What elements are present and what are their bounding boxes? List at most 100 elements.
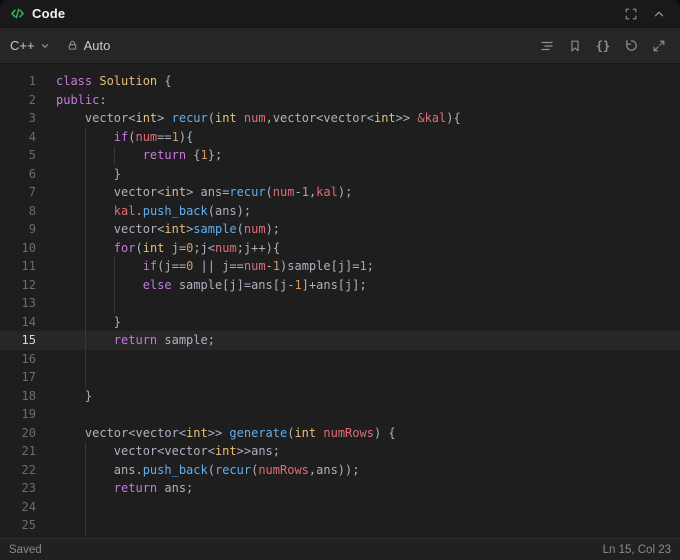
fit-screen-icon: [624, 7, 638, 21]
code-line[interactable]: 12 else sample[j]=ans[j-1]+ans[j];: [0, 275, 680, 294]
code-line[interactable]: 25: [0, 516, 680, 535]
indent-guide: [84, 201, 86, 220]
line-number: 18: [21, 388, 36, 403]
code-line[interactable]: 1 class Solution {: [0, 72, 680, 91]
code-panel: Code C++ Auto {} 1 class Solution {2 pu…: [0, 0, 680, 560]
line-number: 1: [28, 74, 36, 88]
indent-guide: [84, 127, 86, 146]
fit-screen-button[interactable]: [620, 3, 642, 25]
code-line[interactable]: 10 for(int j=0;j<num;j++){: [0, 238, 680, 257]
code-line-text: [56, 368, 680, 387]
braces-icon: {}: [595, 38, 611, 53]
code-line[interactable]: 8 kal.push_back(ans);: [0, 201, 680, 220]
line-number: 25: [21, 518, 36, 532]
code-line[interactable]: 11 if(j==0 || j==num-1)sample[j]=1;: [0, 257, 680, 276]
line-number: 6: [28, 166, 36, 181]
line-number: 22: [21, 462, 36, 477]
code-line-text: if(num==1){: [56, 127, 680, 146]
code-line[interactable]: 19: [0, 405, 680, 424]
code-line[interactable]: 22 ans.push_back(recur(numRows,ans));: [0, 460, 680, 479]
status-bar: Saved Ln 15, Col 23: [0, 538, 680, 560]
code-line[interactable]: 23 return ans;: [0, 479, 680, 498]
language-label: C++: [10, 38, 35, 53]
indent-guide: [84, 516, 86, 535]
code-line-text: ans.push_back(recur(numRows,ans));: [56, 460, 680, 479]
shortcuts-button[interactable]: {}: [592, 35, 614, 57]
language-selector[interactable]: C++: [10, 38, 50, 53]
code-line[interactable]: 6 }: [0, 164, 680, 183]
collapse-panel-button[interactable]: [648, 3, 670, 25]
code-area[interactable]: 1 class Solution { 2 public: 3 vector<int> r…: [0, 64, 680, 538]
line-number: 7: [28, 185, 36, 199]
autocomplete-toggle[interactable]: Auto: [66, 38, 111, 53]
code-line[interactable]: 2 public:: [0, 91, 680, 110]
line-number: 20: [21, 425, 36, 440]
indent-guide: [84, 294, 86, 313]
code-line-text: class Solution {: [56, 74, 172, 88]
code-line-text: }: [56, 388, 93, 403]
code-line[interactable]: 24: [0, 497, 680, 516]
code-line-text: public:: [56, 92, 107, 107]
code-line-text: return sample;: [56, 331, 680, 350]
indent-guide: [113, 294, 115, 313]
fullscreen-button[interactable]: [648, 35, 670, 57]
reset-icon: [624, 38, 639, 53]
code-line[interactable]: 4 if(num==1){: [0, 127, 680, 146]
fullscreen-icon: [652, 39, 666, 53]
panel-header: Code: [0, 0, 680, 28]
save-status: Saved: [9, 543, 42, 556]
code-line-text: kal.push_back(ans);: [56, 201, 680, 220]
code-line[interactable]: 5 return {1};: [0, 146, 680, 165]
indent-guide: [84, 238, 86, 257]
code-line[interactable]: 21 vector<vector<int>>ans;: [0, 442, 680, 461]
code-line-text: else sample[j]=ans[j-1]+ans[j];: [56, 275, 680, 294]
line-number: 21: [21, 444, 36, 458]
code-line[interactable]: 16: [0, 349, 680, 368]
code-line[interactable]: 3 vector<int> recur(int num,vector<vecto…: [0, 109, 680, 128]
indent-guide: [84, 146, 86, 165]
code-line[interactable]: 20 vector<vector<int>> generate(int numR…: [0, 424, 680, 443]
code-line[interactable]: 18 }: [0, 387, 680, 406]
indent-guide: [113, 257, 115, 276]
bookmark-icon: [568, 39, 582, 53]
code-line-text: vector<int> ans=recur(num-1,kal);: [56, 183, 680, 202]
line-number: 12: [21, 277, 36, 292]
code-line-text: [56, 349, 680, 368]
format-icon: [539, 38, 555, 54]
code-line-text: return ans;: [56, 479, 680, 498]
chevron-down-icon: [40, 41, 50, 51]
code-line-text: }: [56, 164, 680, 183]
toolbar-left: C++ Auto: [10, 38, 110, 53]
autocomplete-label: Auto: [83, 38, 111, 53]
panel-header-actions: [620, 3, 670, 25]
code-line[interactable]: 15 return sample;: [0, 331, 680, 350]
indent-guide: [84, 479, 86, 498]
line-number: 17: [21, 370, 36, 384]
line-number: 19: [21, 407, 36, 421]
line-number: 14: [21, 314, 36, 329]
code-line[interactable]: 13: [0, 294, 680, 313]
code-line[interactable]: 7 vector<int> ans=recur(num-1,kal);: [0, 183, 680, 202]
indent-guide: [84, 442, 86, 461]
line-number: 5: [28, 148, 36, 162]
code-line[interactable]: 14 }: [0, 312, 680, 331]
line-number: 15: [21, 333, 36, 347]
code-line-text: [56, 294, 680, 313]
line-number: 9: [28, 222, 36, 236]
format-code-button[interactable]: [536, 35, 558, 57]
indent-guide: [84, 331, 86, 350]
bookmark-button[interactable]: [564, 35, 586, 57]
indent-guide: [84, 497, 86, 516]
line-number: 4: [28, 129, 36, 144]
code-line-text: vector<vector<int>> generate(int numRows…: [56, 425, 396, 440]
indent-guide: [84, 257, 86, 276]
code-line[interactable]: 9 vector<int>sample(num);: [0, 220, 680, 239]
toolbar-actions: {}: [536, 35, 670, 57]
line-number: 8: [28, 203, 36, 218]
code-line-text: [56, 516, 680, 535]
reset-code-button[interactable]: [620, 35, 642, 57]
code-line[interactable]: 17: [0, 368, 680, 387]
line-number: 3: [28, 111, 36, 125]
code-line-text: vector<int>sample(num);: [56, 220, 680, 239]
